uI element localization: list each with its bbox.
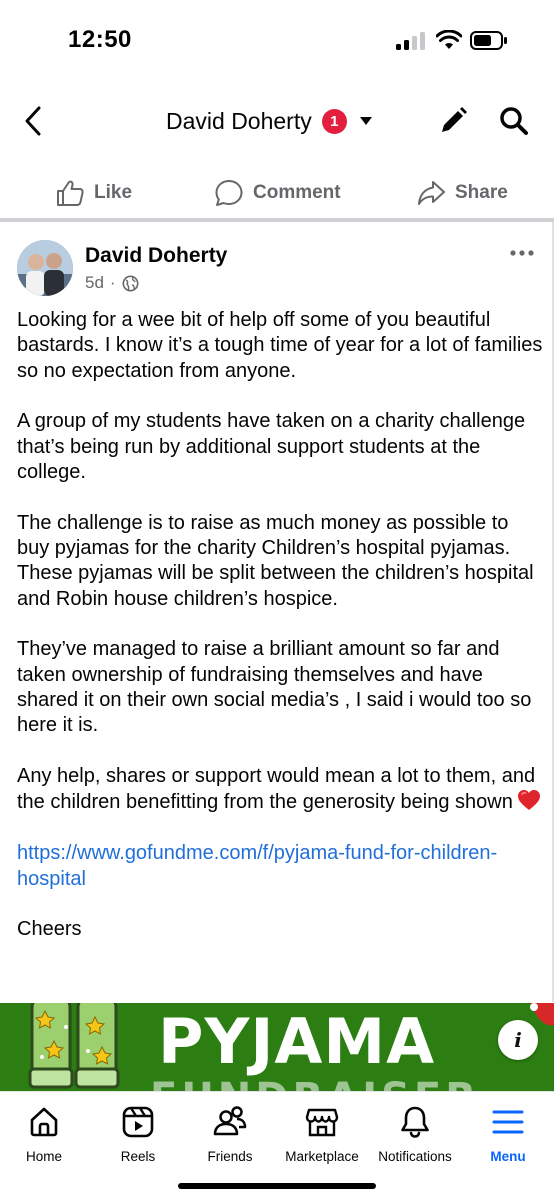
comment-button[interactable]: Comment xyxy=(214,176,341,210)
status-bar: 12:50 xyxy=(0,0,554,80)
tab-home[interactable]: Home xyxy=(0,1092,94,1172)
share-label: Share xyxy=(455,182,508,203)
battery-icon xyxy=(470,31,507,50)
search-icon[interactable] xyxy=(498,105,530,137)
tab-notifications[interactable]: Notifications xyxy=(365,1092,465,1172)
fundraiser-banner[interactable]: PYJAMA FUNDRAISER i xyxy=(0,1003,554,1091)
decoration-icon xyxy=(530,1003,554,1026)
post-signoff: Cheers xyxy=(17,918,82,941)
bell-icon xyxy=(401,1106,429,1138)
profile-switcher[interactable]: David Doherty 1 xyxy=(166,106,373,136)
nav-header: David Doherty 1 xyxy=(0,88,554,152)
page-title: David Doherty xyxy=(166,107,312,134)
tab-marketplace[interactable]: Marketplace xyxy=(272,1092,372,1172)
tab-label: Marketplace xyxy=(285,1149,359,1164)
fundraiser-link[interactable]: https://www.gofundme.com/f/pyjama-fund-f… xyxy=(17,841,545,892)
post-time[interactable]: 5d xyxy=(85,273,104,293)
pyjama-illustration xyxy=(28,1003,120,1089)
post-paragraph-with-emoji: Any help, shares or support would mean a… xyxy=(17,764,545,816)
meta-separator: · xyxy=(109,273,116,292)
comment-icon xyxy=(215,180,243,206)
like-icon xyxy=(57,180,84,206)
marketplace-icon xyxy=(305,1108,339,1137)
banner-subtitle: FUNDRAISER xyxy=(150,1075,480,1091)
post-header: David Doherty 5d · xyxy=(0,236,554,302)
post-paragraph: The challenge is to raise as much money … xyxy=(17,511,534,610)
banner-title: PYJAMA xyxy=(158,1005,436,1078)
tab-menu[interactable]: Menu xyxy=(458,1092,554,1172)
comment-label: Comment xyxy=(253,182,341,203)
like-button[interactable]: Like xyxy=(55,176,132,210)
back-icon[interactable] xyxy=(20,104,46,138)
cellular-signal-icon xyxy=(396,32,426,50)
post-paragraph: A group of my students have taken on a c… xyxy=(17,410,526,483)
section-divider xyxy=(0,218,554,222)
post-action-bar: Like Comment Share xyxy=(0,168,554,218)
share-icon xyxy=(418,181,445,205)
post-paragraph: They’ve managed to raise a brilliant amo… xyxy=(17,638,532,737)
tab-label: Home xyxy=(25,1149,62,1164)
menu-icon xyxy=(492,1110,524,1134)
globe-icon xyxy=(122,275,139,291)
post-paragraph: Looking for a wee bit of help off some o… xyxy=(17,309,543,382)
post-author[interactable]: David Doherty xyxy=(85,244,227,268)
red-heart-icon xyxy=(517,790,540,811)
tab-friends[interactable]: Friends xyxy=(180,1092,280,1172)
tab-label: Menu xyxy=(490,1149,526,1164)
avatar-photo xyxy=(17,240,73,296)
like-label: Like xyxy=(94,182,133,203)
tab-label: Notifications xyxy=(378,1149,452,1164)
status-time: 12:50 xyxy=(68,26,132,53)
edit-icon[interactable] xyxy=(437,105,469,137)
tab-label: Friends xyxy=(207,1149,253,1164)
home-indicator xyxy=(178,1183,376,1189)
reels-icon xyxy=(122,1106,154,1138)
friends-icon xyxy=(213,1106,247,1136)
share-button[interactable]: Share xyxy=(416,176,508,210)
post-meta: 5d · xyxy=(85,273,139,293)
post-body: Looking for a wee bit of help off some o… xyxy=(17,308,545,968)
caret-down-icon[interactable] xyxy=(359,116,373,126)
wifi-icon xyxy=(436,30,462,49)
avatar[interactable] xyxy=(17,240,73,296)
tab-reels[interactable]: Reels xyxy=(88,1092,188,1172)
more-options-icon[interactable] xyxy=(509,248,535,258)
notification-badge: 1 xyxy=(321,108,347,134)
post-paragraph: Any help, shares or support would mean a… xyxy=(17,765,536,814)
tab-label: Reels xyxy=(120,1149,156,1164)
home-icon xyxy=(30,1107,58,1137)
